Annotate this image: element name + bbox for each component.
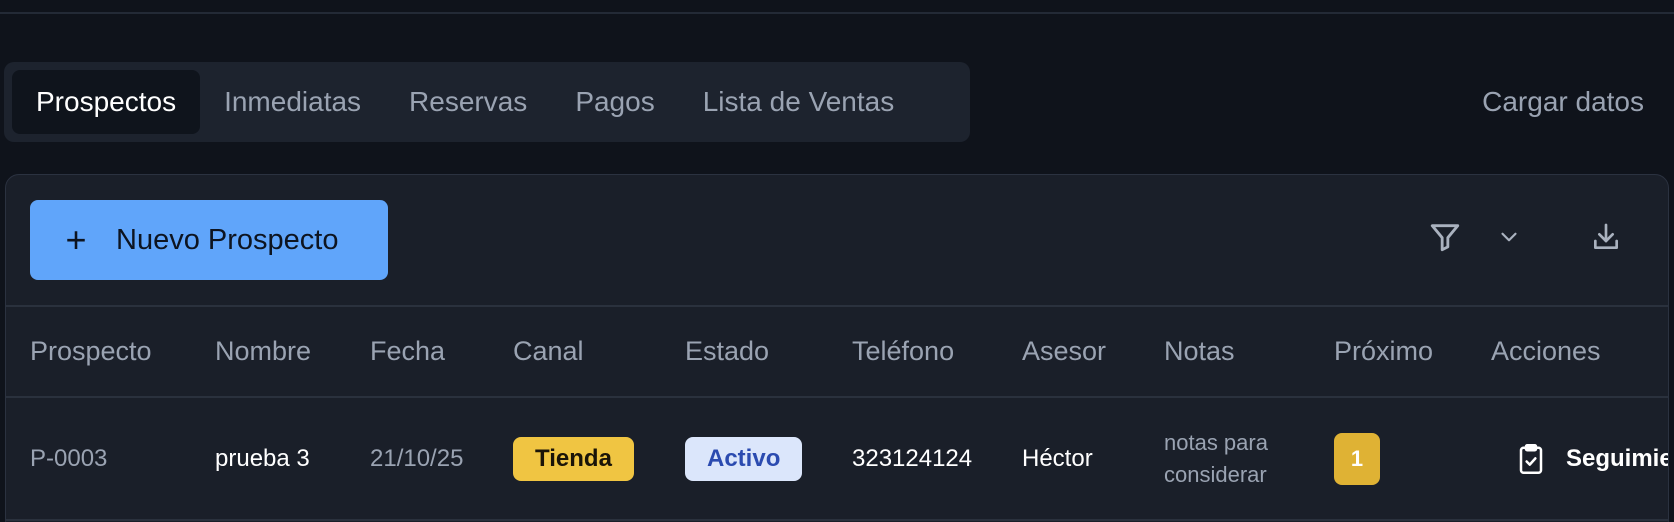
next-count-badge: 1 bbox=[1334, 432, 1380, 485]
next-cell: 1 bbox=[1334, 398, 1380, 519]
column-header[interactable]: Nombre bbox=[215, 307, 311, 396]
follow-up-action[interactable]: Seguimiento bbox=[1516, 398, 1669, 519]
table-row[interactable]: P-0003 prueba 3 21/10/25 Tienda Activo 3… bbox=[6, 398, 1668, 519]
filter-icon[interactable] bbox=[1423, 215, 1467, 259]
canal-cell: Tienda bbox=[513, 398, 634, 519]
tab-pagos[interactable]: Pagos bbox=[551, 70, 678, 134]
column-header[interactable]: Teléfono bbox=[852, 307, 954, 396]
top-divider bbox=[0, 12, 1674, 14]
tab-reservas[interactable]: Reservas bbox=[385, 70, 551, 134]
clipboard-check-icon bbox=[1519, 443, 1543, 474]
prospect-phone: 323124124 bbox=[852, 444, 973, 472]
toolbar: + Nuevo Prospecto bbox=[6, 175, 1668, 305]
tab-inmediatas[interactable]: Inmediatas bbox=[200, 70, 385, 134]
table-header: Prospecto Nombre Fecha Canal Estado Telé… bbox=[6, 307, 1668, 396]
column-header[interactable]: Prospecto bbox=[30, 307, 152, 396]
chevron-down-icon[interactable] bbox=[1487, 215, 1531, 259]
canal-badge: Tienda bbox=[513, 436, 634, 481]
plus-icon: + bbox=[65, 219, 87, 260]
status-badge: Activo bbox=[685, 436, 803, 481]
column-header[interactable]: Canal bbox=[513, 307, 584, 396]
tab-prospectos[interactable]: Prospectos bbox=[12, 70, 201, 134]
column-header[interactable]: Fecha bbox=[370, 307, 445, 396]
prospect-notes: notas para considerar bbox=[1164, 429, 1268, 487]
notes-cell: notas para considerar bbox=[1164, 398, 1304, 519]
column-header[interactable]: Notas bbox=[1164, 307, 1235, 396]
prospect-id: P-0003 bbox=[30, 444, 108, 472]
prospect-advisor: Héctor bbox=[1022, 444, 1093, 472]
follow-up-label: Seguimiento bbox=[1566, 444, 1669, 472]
load-data-button[interactable]: Cargar datos bbox=[1482, 78, 1644, 126]
divider bbox=[6, 519, 1668, 521]
column-header[interactable]: Asesor bbox=[1022, 307, 1106, 396]
new-prospect-label: Nuevo Prospecto bbox=[116, 223, 339, 256]
prospects-card: + Nuevo Prospecto Prospecto Nombre Fecha… bbox=[5, 174, 1669, 522]
page: Prospectos Inmediatas Reservas Pagos Lis… bbox=[0, 0, 1674, 522]
column-header[interactable]: Acciones bbox=[1491, 307, 1601, 396]
new-prospect-button[interactable]: + Nuevo Prospecto bbox=[30, 200, 388, 280]
estado-cell: Activo bbox=[685, 398, 803, 519]
column-header[interactable]: Próximo bbox=[1334, 307, 1433, 396]
column-header[interactable]: Estado bbox=[685, 307, 769, 396]
tab-bar: Prospectos Inmediatas Reservas Pagos Lis… bbox=[4, 62, 970, 142]
tab-lista-de-ventas[interactable]: Lista de Ventas bbox=[679, 70, 918, 134]
prospect-name: prueba 3 bbox=[215, 444, 310, 472]
prospect-date: 21/10/25 bbox=[370, 444, 464, 472]
download-icon[interactable] bbox=[1584, 215, 1628, 259]
